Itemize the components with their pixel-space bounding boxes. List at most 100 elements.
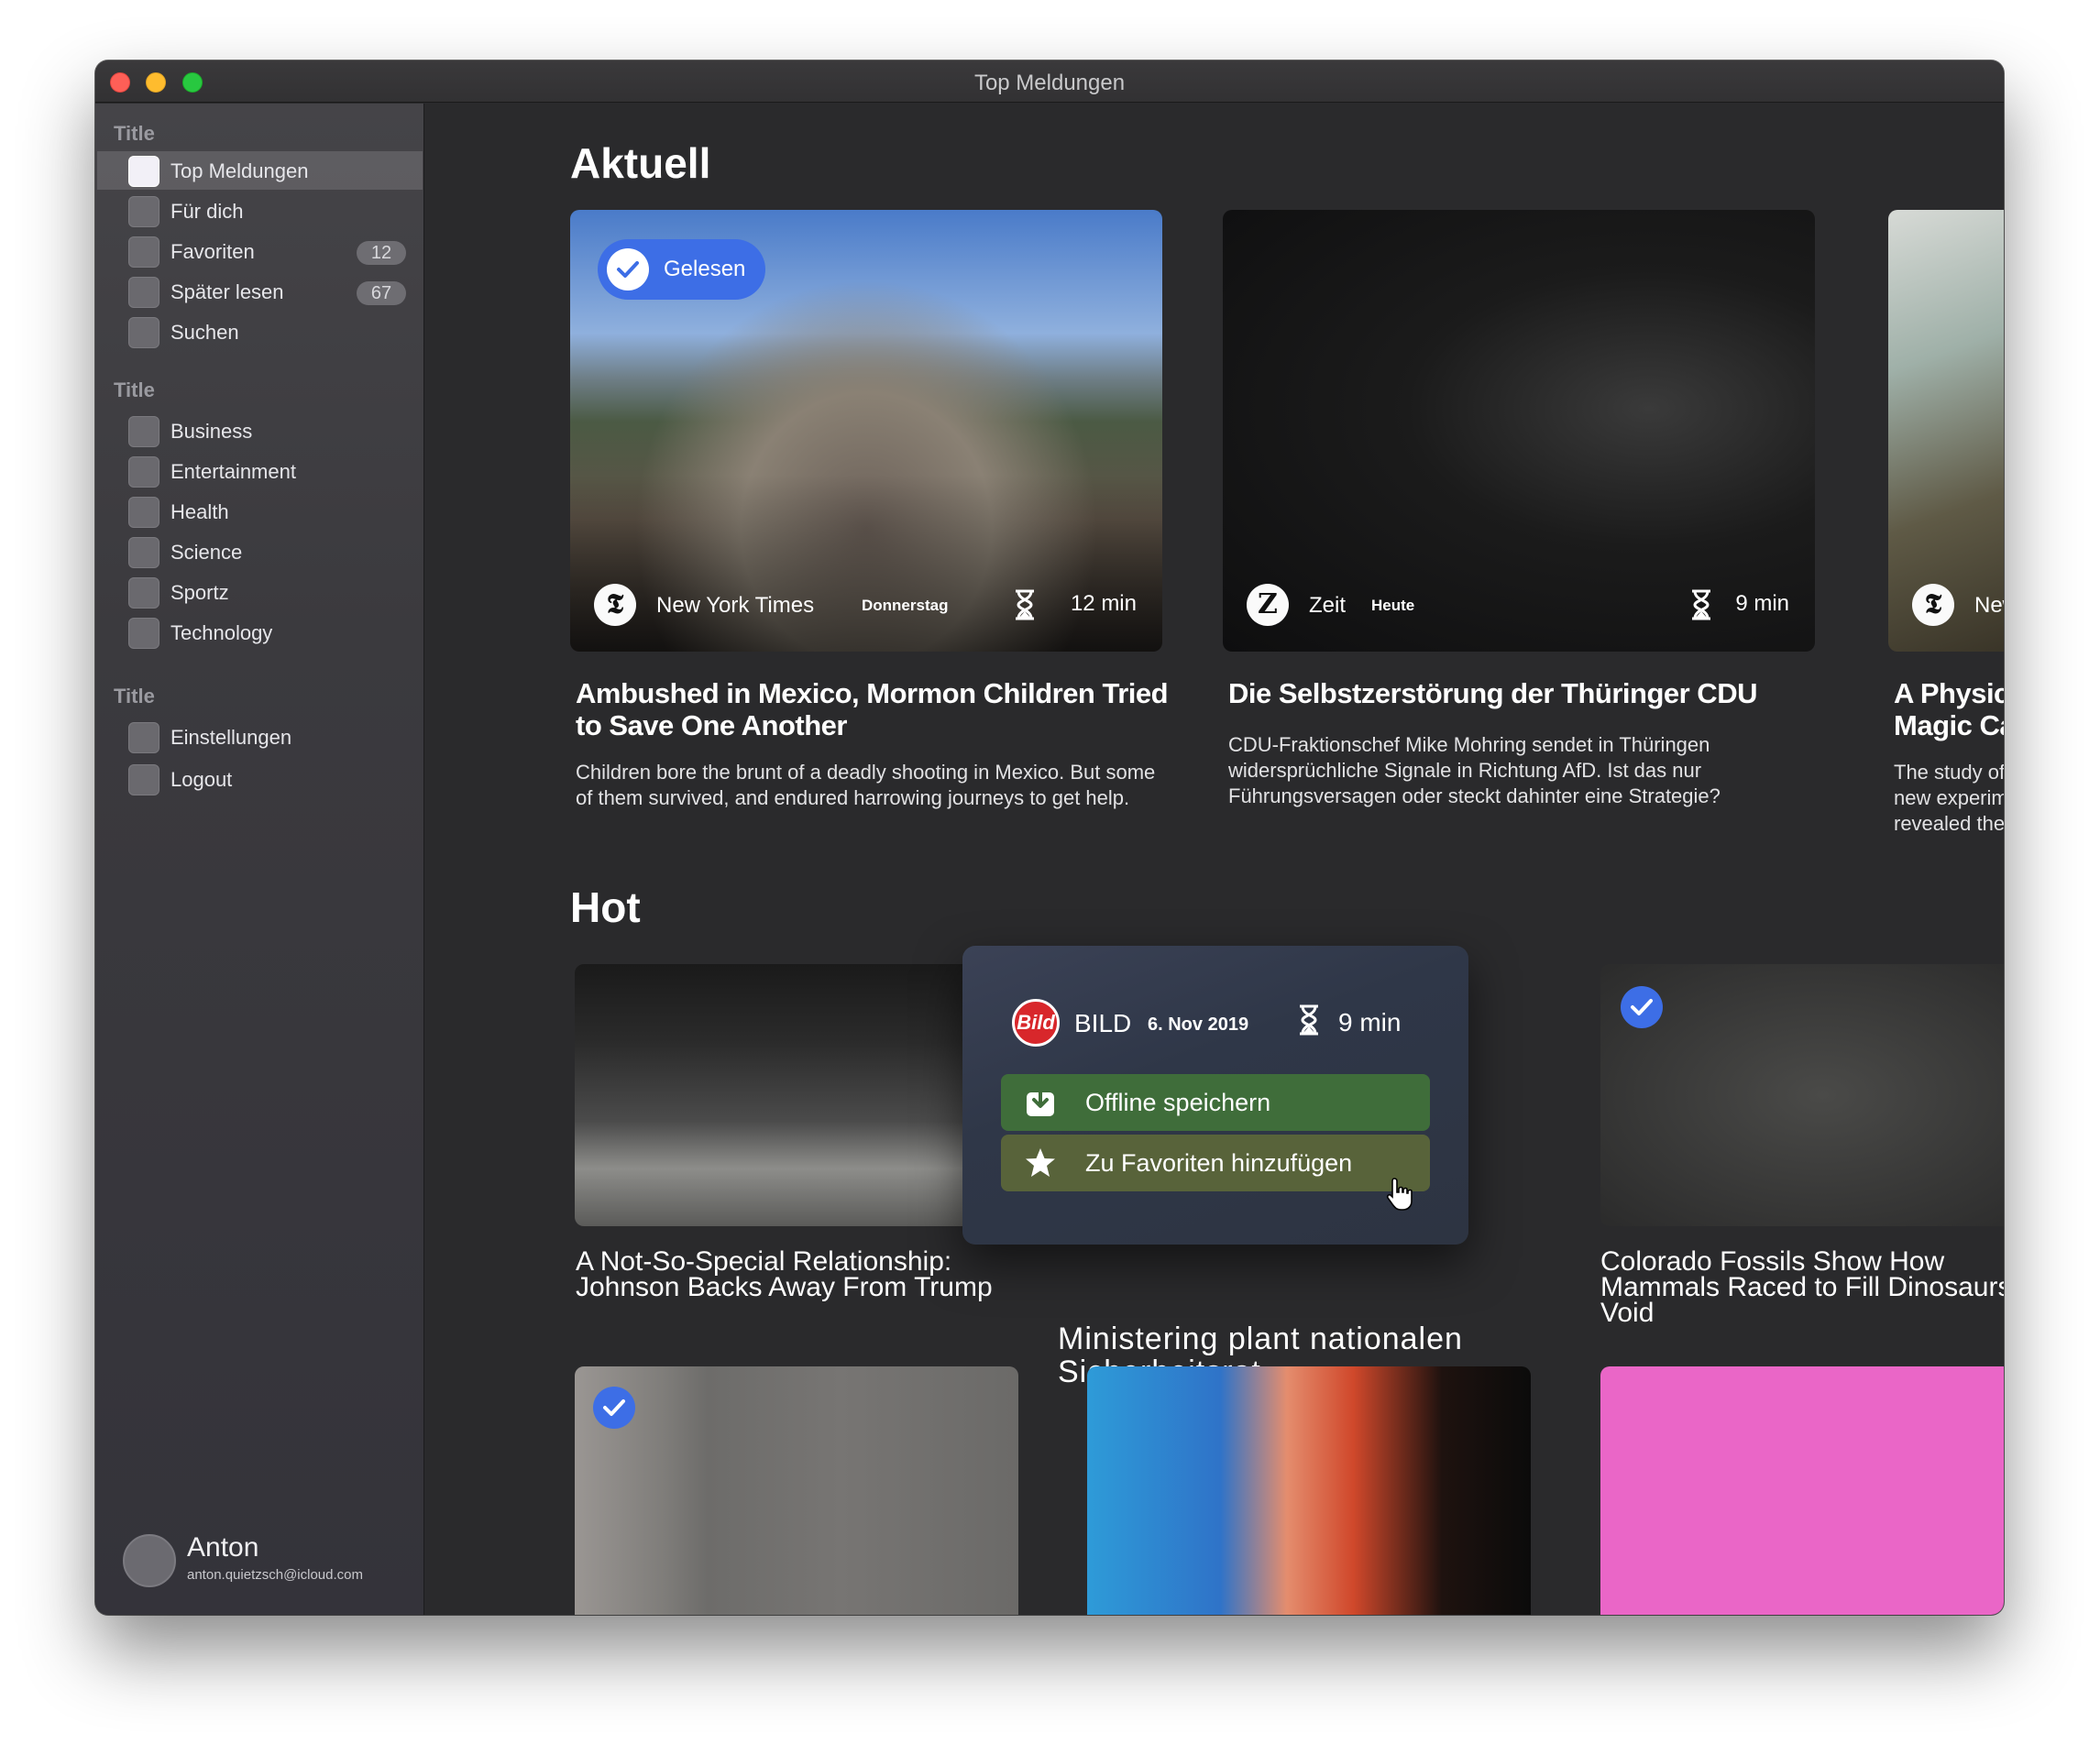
article-title[interactable]: A Physics Magic Carbon and Twi — [1894, 677, 2004, 743]
sidebar-item-sportz[interactable]: Sportz — [97, 573, 423, 611]
sidebar-item-label: Für dich — [170, 200, 244, 223]
sidebar-section-title: Title — [114, 122, 155, 145]
article-title[interactable]: Colorado Fossils Show How Mammals Raced … — [1600, 1248, 2004, 1327]
article-title[interactable]: Die Selbstzerstörung der Thüringer CDU — [1228, 677, 1824, 709]
sidebar-item-icon — [128, 764, 159, 795]
sidebar-item-favoriten[interactable]: Favoriten 12 — [97, 232, 423, 270]
source-name: New York Times — [656, 593, 815, 618]
zeit-logo-icon: Z — [1247, 584, 1289, 626]
article-description: The study of graphen new experiments wit… — [1894, 761, 2004, 835]
article-image[interactable]: 𝕿 New York Tir — [1888, 210, 2004, 652]
article-image[interactable] — [575, 964, 1018, 1226]
article-date: 6. Nov 2019 — [1148, 1015, 1249, 1035]
article-image[interactable] — [1600, 1366, 2004, 1615]
sidebar-item-fuer-dich[interactable]: Für dich — [97, 192, 423, 230]
read-time: 9 min — [1735, 591, 1789, 616]
sidebar-item-label: Suchen — [170, 321, 239, 344]
user-email: anton.quietzsch@icloud.com — [187, 1567, 363, 1583]
read-time: 12 min — [1070, 591, 1137, 616]
sidebar-item-logout[interactable]: Logout — [97, 760, 423, 798]
sidebar-item-business[interactable]: Business — [97, 411, 423, 450]
sidebar-item-icon — [128, 577, 159, 609]
article-title[interactable]: Ambushed in Mexico, Mormon Children Trie… — [576, 677, 1171, 741]
sidebar-item-einstellungen[interactable]: Einstellungen — [97, 718, 423, 756]
article-date: Donnerstag — [862, 597, 949, 614]
hourglass-icon — [1016, 589, 1034, 620]
sidebar-item-icon — [128, 156, 159, 187]
article-meta: 𝕿 New York Tir — [1912, 584, 2004, 626]
sidebar-item-icon — [128, 618, 159, 649]
sidebar-item-label: Favoriten — [170, 240, 255, 263]
nyt-logo-icon: 𝕿 — [1912, 584, 1954, 626]
nyt-logo-icon: 𝕿 — [594, 584, 636, 626]
sidebar-item-icon — [128, 236, 159, 268]
article-image[interactable]: Z Zeit Heute 9 min — [1223, 210, 1815, 652]
sidebar-section-title: Title — [114, 685, 155, 707]
hourglass-icon — [1300, 1004, 1318, 1036]
article-image[interactable]: Gelesen 𝕿 New York Times Donnerstag 12 m… — [570, 210, 1162, 652]
window-title: Top Meldungen — [973, 71, 1126, 95]
source-name: New York Tir — [1974, 593, 2004, 618]
read-check-icon — [1621, 986, 1663, 1028]
sidebar-item-suchen[interactable]: Suchen — [97, 313, 423, 351]
sidebar-item-label: Entertainment — [170, 460, 296, 483]
article-meta: 𝕿 New York Times Donnerstag 12 min — [594, 584, 1137, 626]
pointer-cursor-icon — [1386, 1178, 1413, 1211]
section-heading-hot: Hot — [570, 883, 641, 931]
sidebar-item-top-meldungen[interactable]: Top Meldungen — [97, 151, 423, 190]
article-title[interactable]: A Not-So-Special Relationship: Johnson B… — [576, 1248, 1034, 1301]
sidebar-item-label: Business — [170, 420, 253, 443]
sidebar-item-label: Einstellungen — [170, 726, 292, 749]
article-image[interactable] — [575, 1366, 1018, 1615]
user-name: Anton — [187, 1532, 259, 1563]
source-name: BILD — [1074, 1009, 1132, 1037]
avatar — [123, 1534, 176, 1587]
sidebar-item-icon — [128, 196, 159, 227]
add-favorite-button[interactable]: Zu Favoriten hinzufügen — [1001, 1135, 1430, 1191]
count-badge: 67 — [357, 281, 406, 305]
sidebar-item-entertainment[interactable]: Entertainment — [97, 452, 423, 490]
article-description: CDU-Fraktionschef Mike Mohring sendet in… — [1228, 733, 1721, 807]
sidebar-item-spaeter-lesen[interactable]: Später lesen 67 — [97, 272, 423, 311]
sidebar-item-label: Technology — [170, 621, 273, 644]
read-badge-label: Gelesen — [664, 257, 746, 281]
sidebar-item-science[interactable]: Science — [97, 532, 423, 571]
sidebar: Title Top Meldungen Für dich Favoriten 1… — [95, 104, 424, 1615]
sidebar-item-icon — [128, 317, 159, 348]
action-label: Zu Favoriten hinzufügen — [1085, 1149, 1353, 1177]
article-date: Heute — [1371, 597, 1415, 614]
article-image[interactable] — [1087, 1366, 1531, 1615]
action-label: Offline speichern — [1085, 1089, 1271, 1116]
source-name: Zeit — [1309, 593, 1347, 618]
main-content: Aktuell Gelesen 𝕿 New York Times Donners… — [425, 104, 2004, 1615]
app-window: Top Meldungen Title Top Meldungen Für di… — [95, 60, 2004, 1615]
sidebar-section-title: Title — [114, 378, 155, 401]
read-badge: Gelesen — [598, 239, 766, 300]
read-check-icon — [593, 1387, 635, 1429]
count-badge: 12 — [357, 241, 406, 265]
sidebar-item-icon — [128, 416, 159, 447]
bild-logo-icon: Bild — [1012, 999, 1060, 1047]
sidebar-item-icon — [128, 277, 159, 308]
sidebar-item-label: Sportz — [170, 581, 229, 604]
sidebar-item-label: Science — [170, 541, 243, 564]
article-image[interactable] — [1600, 964, 2004, 1226]
section-heading-aktuell: Aktuell — [570, 139, 711, 187]
user-profile[interactable]: Anton anton.quietzsch@icloud.com — [123, 1532, 416, 1587]
sidebar-item-icon — [128, 537, 159, 568]
sidebar-item-icon — [128, 722, 159, 753]
sidebar-item-label: Später lesen — [170, 280, 284, 303]
sidebar-item-health[interactable]: Health — [97, 492, 423, 531]
sidebar-item-label: Top Meldungen — [170, 159, 309, 182]
star-icon — [1026, 1148, 1055, 1177]
sidebar-item-technology[interactable]: Technology — [97, 613, 423, 652]
sidebar-item-label: Health — [170, 500, 229, 523]
read-time: 9 min — [1338, 1008, 1402, 1037]
title-bar: Top Meldungen — [95, 60, 2004, 103]
download-icon — [1027, 1087, 1054, 1116]
sidebar-item-label: Logout — [170, 768, 233, 791]
save-offline-button[interactable]: Offline speichern — [1001, 1074, 1430, 1131]
article-description: Children bore the brunt of a deadly shoo… — [576, 761, 1156, 809]
hourglass-icon — [1692, 589, 1710, 620]
article-meta: Z Zeit Heute 9 min — [1247, 584, 1789, 626]
